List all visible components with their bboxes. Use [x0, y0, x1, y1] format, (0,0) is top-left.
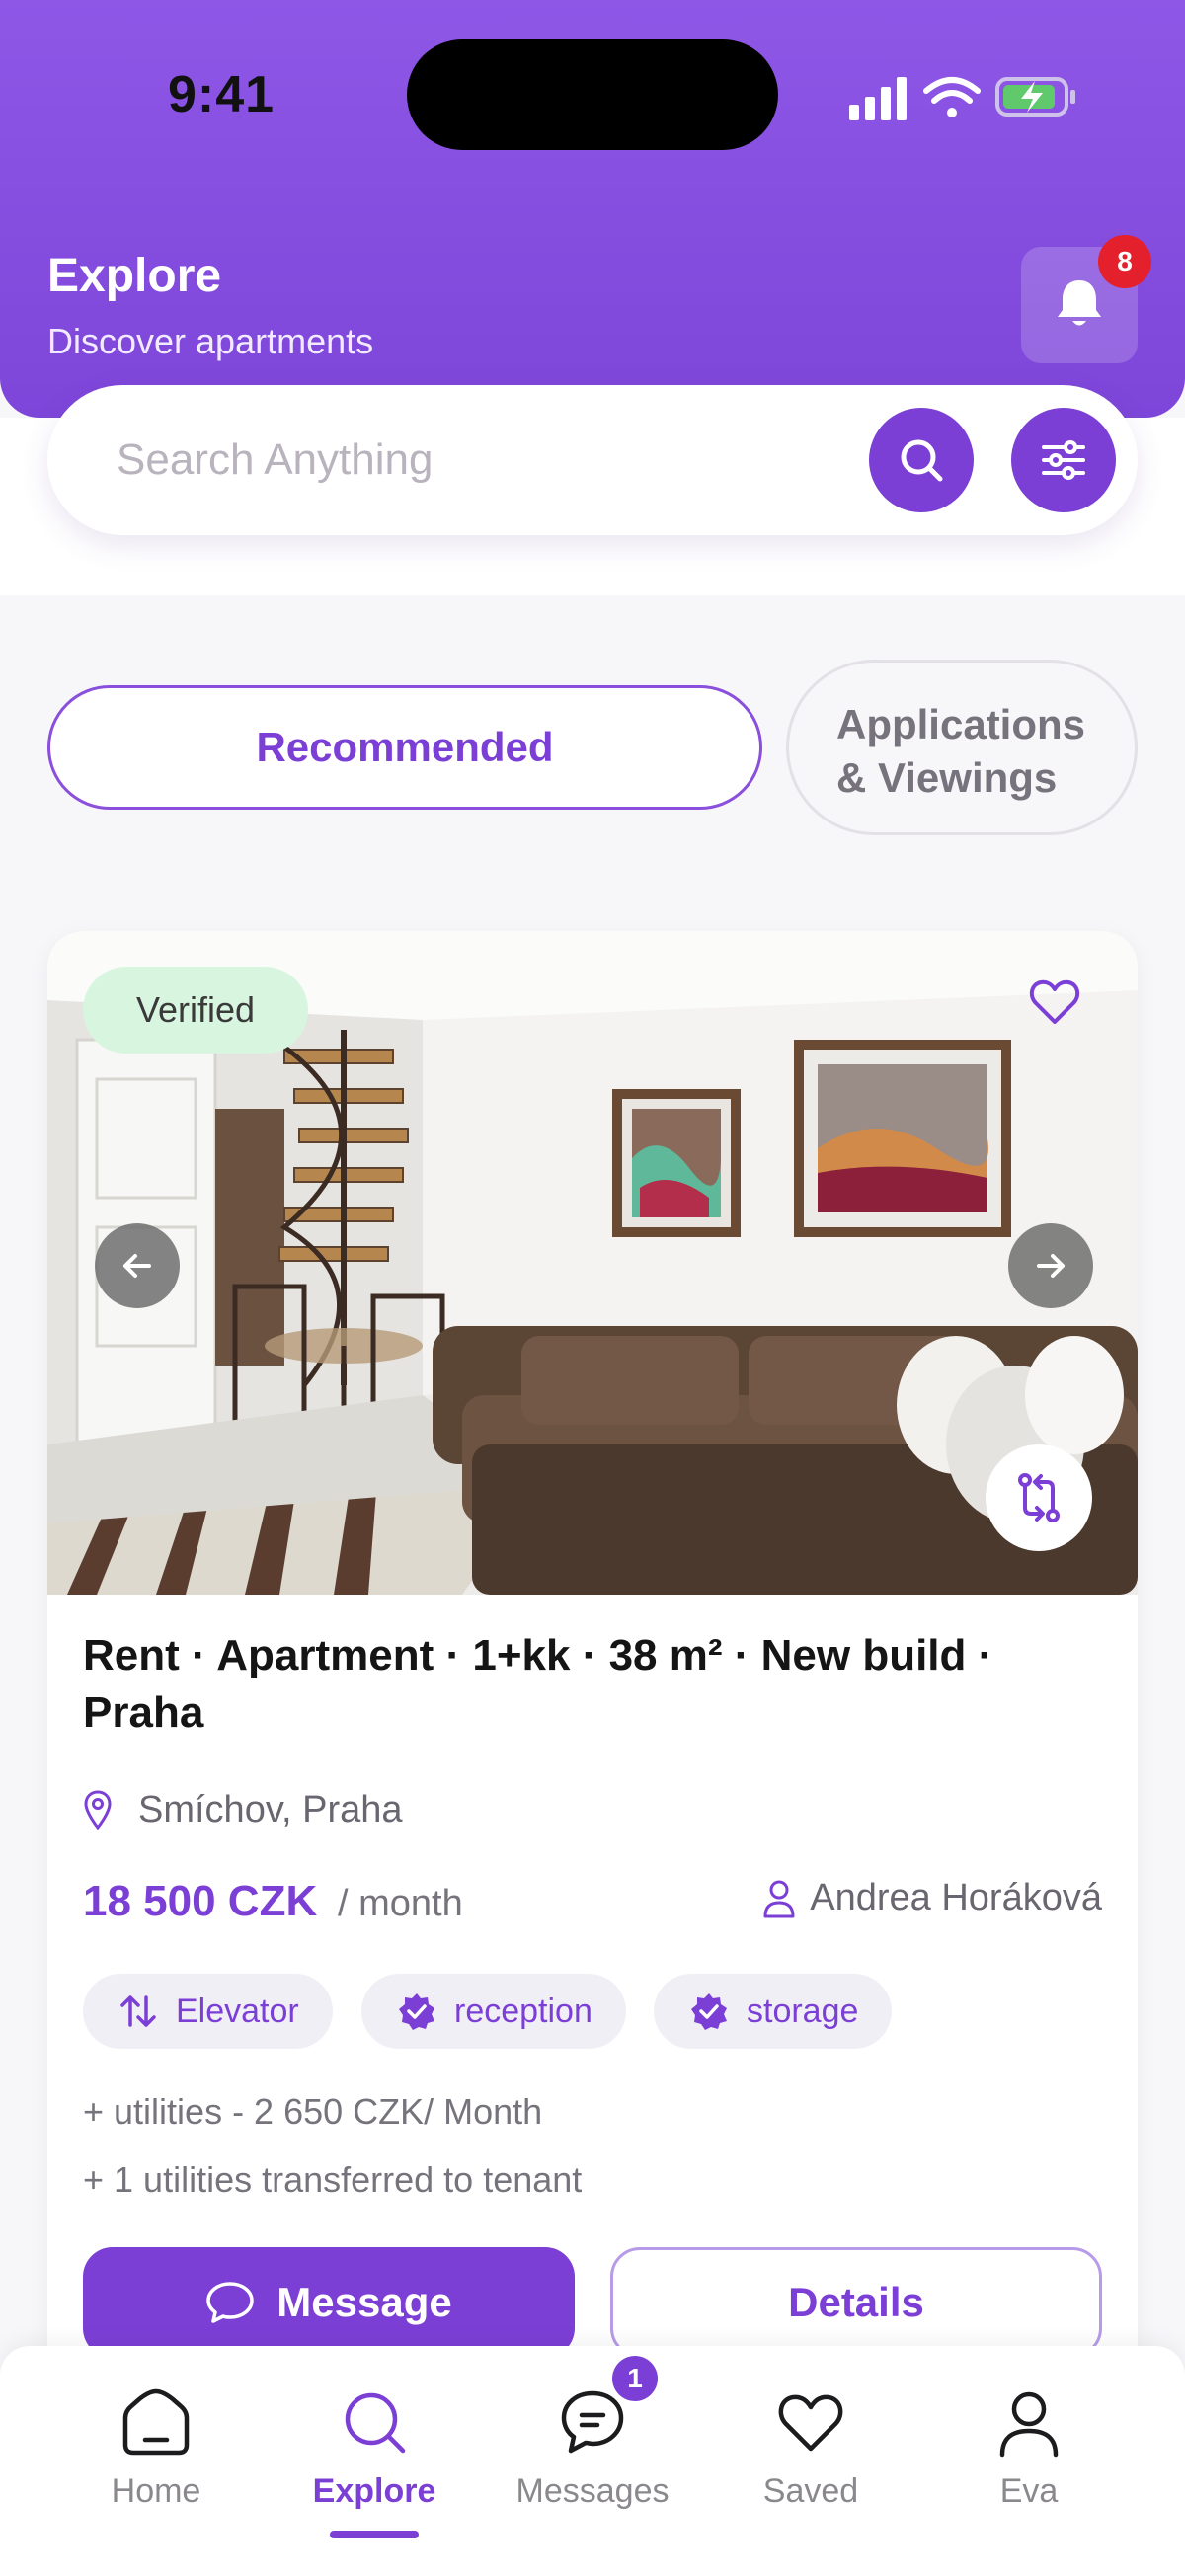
tab-recommended[interactable]: Recommended	[47, 685, 762, 810]
search-input[interactable]	[117, 423, 867, 498]
messages-badge: 1	[612, 2356, 658, 2401]
feature-chip-storage: storage	[654, 1974, 893, 2049]
utilities-line-2: + 1 utilities transferred to tenant	[83, 2159, 583, 2200]
chip-label: Elevator	[176, 1991, 299, 2030]
chip-label: reception	[454, 1991, 592, 2030]
tab-home-label: Home	[111, 2472, 201, 2510]
message-button-label: Message	[276, 2279, 452, 2325]
tab-explore[interactable]: Explore	[276, 2385, 473, 2543]
feature-chip-elevator: Elevator	[83, 1974, 333, 2049]
feature-chip-reception: reception	[361, 1974, 626, 2049]
listing-agent[interactable]: Andrea Horáková	[762, 1877, 1102, 1919]
search-bar	[47, 385, 1138, 535]
elevator-icon	[120, 1995, 156, 2027]
search-icon	[901, 439, 943, 482]
filter-button[interactable]	[1011, 408, 1116, 512]
tab-saved[interactable]: Saved	[712, 2385, 909, 2543]
user-icon	[763, 1880, 795, 1917]
search-button[interactable]	[869, 408, 974, 512]
tab-saved-label: Saved	[762, 2472, 859, 2510]
chat-bubble-icon	[206, 2282, 255, 2323]
page-title: Explore	[47, 250, 222, 302]
user-icon	[999, 2391, 1059, 2458]
prev-photo-button[interactable]	[95, 1223, 180, 1308]
listing-price: 18 500 CZK	[83, 1877, 318, 1925]
arrow-left-icon	[123, 1254, 151, 1278]
listing-card[interactable]: Verified Rent · Apartment · 1+kk · 38 m²…	[47, 931, 1138, 2412]
arrow-right-icon	[1037, 1254, 1065, 1278]
notification-badge: 8	[1098, 235, 1151, 288]
filter-sliders-icon	[1042, 440, 1085, 480]
location-text: Smíchov, Praha	[138, 1788, 403, 1831]
signal-icon	[849, 77, 907, 120]
price-period: / month	[338, 1883, 463, 1924]
tab-messages-label: Messages	[515, 2472, 670, 2510]
chat-icon	[561, 2390, 624, 2454]
home-icon	[122, 2388, 190, 2456]
utilities-line-1: + utilities - 2 650 CZK/ Month	[83, 2091, 543, 2132]
search-icon	[345, 2392, 406, 2454]
heart-icon	[778, 2394, 843, 2452]
next-photo-button[interactable]	[1008, 1223, 1093, 1308]
status-time: 9:41	[168, 66, 276, 123]
agent-name: Andrea Horáková	[810, 1877, 1102, 1918]
bottom-tab-bar: Home Explore Messages Saved Eva	[0, 2346, 1185, 2576]
active-tab-indicator	[330, 2531, 419, 2538]
listing-title: Rent · Apartment · 1+kk · 38 m² · New bu…	[83, 1631, 993, 1737]
details-button[interactable]: Details	[610, 2247, 1102, 2358]
wifi-icon	[923, 77, 981, 117]
verified-badge-icon	[691, 1993, 727, 2030]
tab-applications-line2: & Viewings	[836, 754, 1058, 801]
bell-icon	[1058, 280, 1101, 326]
compare-button[interactable]	[986, 1444, 1092, 1551]
status-icons	[849, 77, 1075, 120]
message-button[interactable]: Message	[83, 2247, 575, 2358]
tab-explore-label: Explore	[312, 2472, 436, 2510]
dynamic-island	[407, 39, 778, 150]
compare-arrows-icon	[1018, 1473, 1060, 1522]
verified-badge: Verified	[83, 967, 308, 1054]
verified-badge-icon	[399, 1993, 434, 2030]
tab-applications-viewings[interactable]: Applications & Viewings	[786, 660, 1138, 835]
tab-messages[interactable]: Messages	[494, 2385, 691, 2543]
tab-applications-line1: Applications	[836, 701, 1086, 747]
listing-location: Smíchov, Praha	[83, 1782, 403, 1837]
location-pin-icon	[84, 1790, 112, 1830]
battery-charging-icon	[995, 77, 1075, 117]
chip-label: storage	[747, 1991, 859, 2030]
tab-home[interactable]: Home	[57, 2385, 255, 2543]
favorite-heart-icon[interactable]	[1029, 978, 1080, 1026]
page-subtitle: Discover apartments	[47, 321, 374, 361]
tab-profile-label: Eva	[999, 2472, 1059, 2510]
tab-profile[interactable]: Eva	[930, 2385, 1128, 2543]
